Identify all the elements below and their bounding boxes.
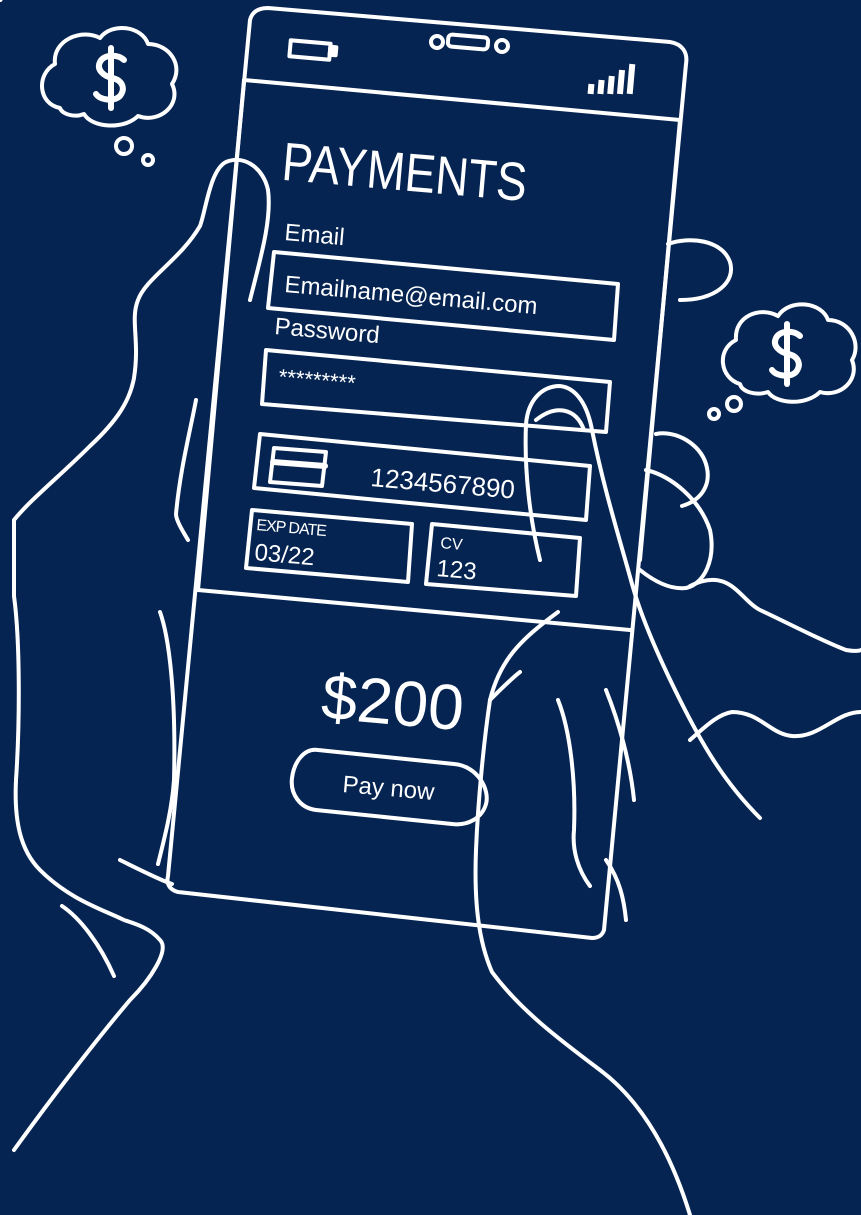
- email-label: Email: [283, 219, 345, 251]
- payment-amount: $200: [319, 660, 467, 744]
- cvv-value: 123: [435, 555, 477, 585]
- illustration-scene: $ PAYMENTS Email Emailname@email.com Pas…: [0, 0, 861, 1215]
- exp-date-value: 03/22: [253, 539, 315, 571]
- cvv-label: CV: [440, 535, 464, 554]
